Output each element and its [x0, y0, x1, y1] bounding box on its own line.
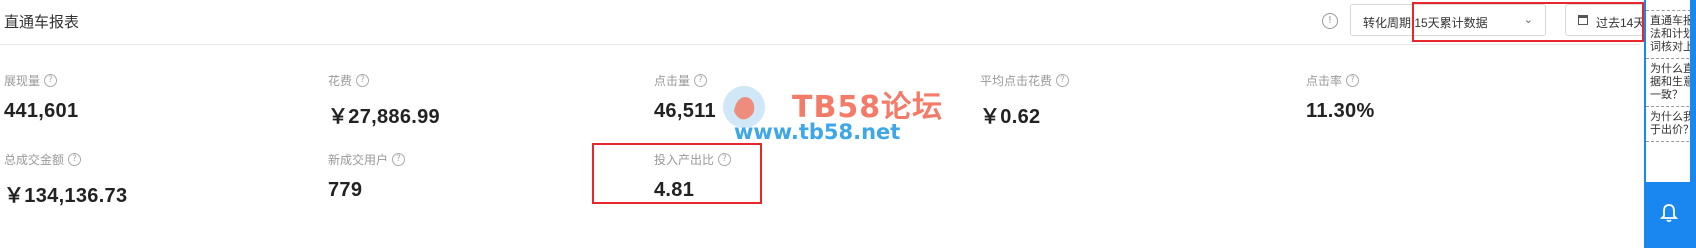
question-icon[interactable]: ? — [392, 153, 406, 166]
question-icon[interactable]: ? — [694, 74, 708, 87]
question-icon[interactable]: ? — [1346, 74, 1360, 87]
panel-divider — [1646, 0, 1696, 11]
help-question-item[interactable]: 为什么直 据和生意 一致？ — [1646, 59, 1696, 107]
metric-clicks: 点击量? 46,511 — [654, 72, 716, 123]
metric-value: 441,601 — [4, 100, 79, 122]
metric-value: ￥0.62 — [980, 106, 1041, 128]
page-title: 直通车报表 — [4, 14, 80, 31]
metric-value: 779 — [328, 179, 363, 201]
metric-value: 46,511 — [654, 100, 716, 122]
bell-icon — [1659, 204, 1679, 223]
metric-label: 总成交金额 — [4, 153, 65, 167]
metric-impressions: 展现量? 441,601 — [4, 72, 78, 123]
metric-value: 11.30% — [1306, 100, 1375, 122]
metric-value: ￥27,886.99 — [328, 106, 440, 128]
metric-cost: 花费? ￥27,886.99 — [328, 72, 440, 129]
watermark-url: www.tb58.net — [734, 120, 901, 144]
help-question-item[interactable]: 直通车报 法和计划 词核对上 — [1646, 11, 1696, 59]
metric-new-buyers: 新成交用户? 779 — [328, 151, 406, 202]
roi-highlight-box — [592, 143, 762, 204]
panel-edge-strip — [1690, 0, 1696, 248]
metric-avg-cpc: 平均点击花费? ￥0.62 — [980, 72, 1070, 129]
question-icon[interactable]: ? — [1056, 74, 1070, 87]
metric-label: 点击量 — [654, 74, 691, 88]
metric-label: 花费 — [328, 74, 353, 88]
metric-label: 平均点击花费 — [980, 74, 1053, 88]
question-icon[interactable]: ? — [356, 74, 370, 87]
metric-label: 展现量 — [4, 74, 41, 88]
notification-button[interactable] — [1644, 182, 1696, 248]
date-highlight-box — [1412, 2, 1644, 42]
report-header: 直通车报表 ! 转化周期:15天累计数据 ⌄ 过去14天 — [0, 0, 1696, 45]
metric-label: 新成交用户 — [328, 153, 389, 167]
metric-total-gmv: 总成交金额? ￥134,136.73 — [4, 151, 127, 208]
question-icon[interactable]: ? — [44, 74, 58, 87]
metric-ctr: 点击率? 11.30% — [1306, 72, 1375, 123]
info-icon[interactable]: ! — [1322, 13, 1338, 29]
metric-label: 点击率 — [1306, 74, 1343, 88]
metric-value: ￥134,136.73 — [4, 185, 128, 207]
question-icon[interactable]: ? — [68, 153, 82, 166]
forum-watermark: TB58论坛 www.tb58.net — [722, 82, 942, 148]
help-question-item[interactable]: 为什么我 于出价？ — [1646, 107, 1696, 142]
